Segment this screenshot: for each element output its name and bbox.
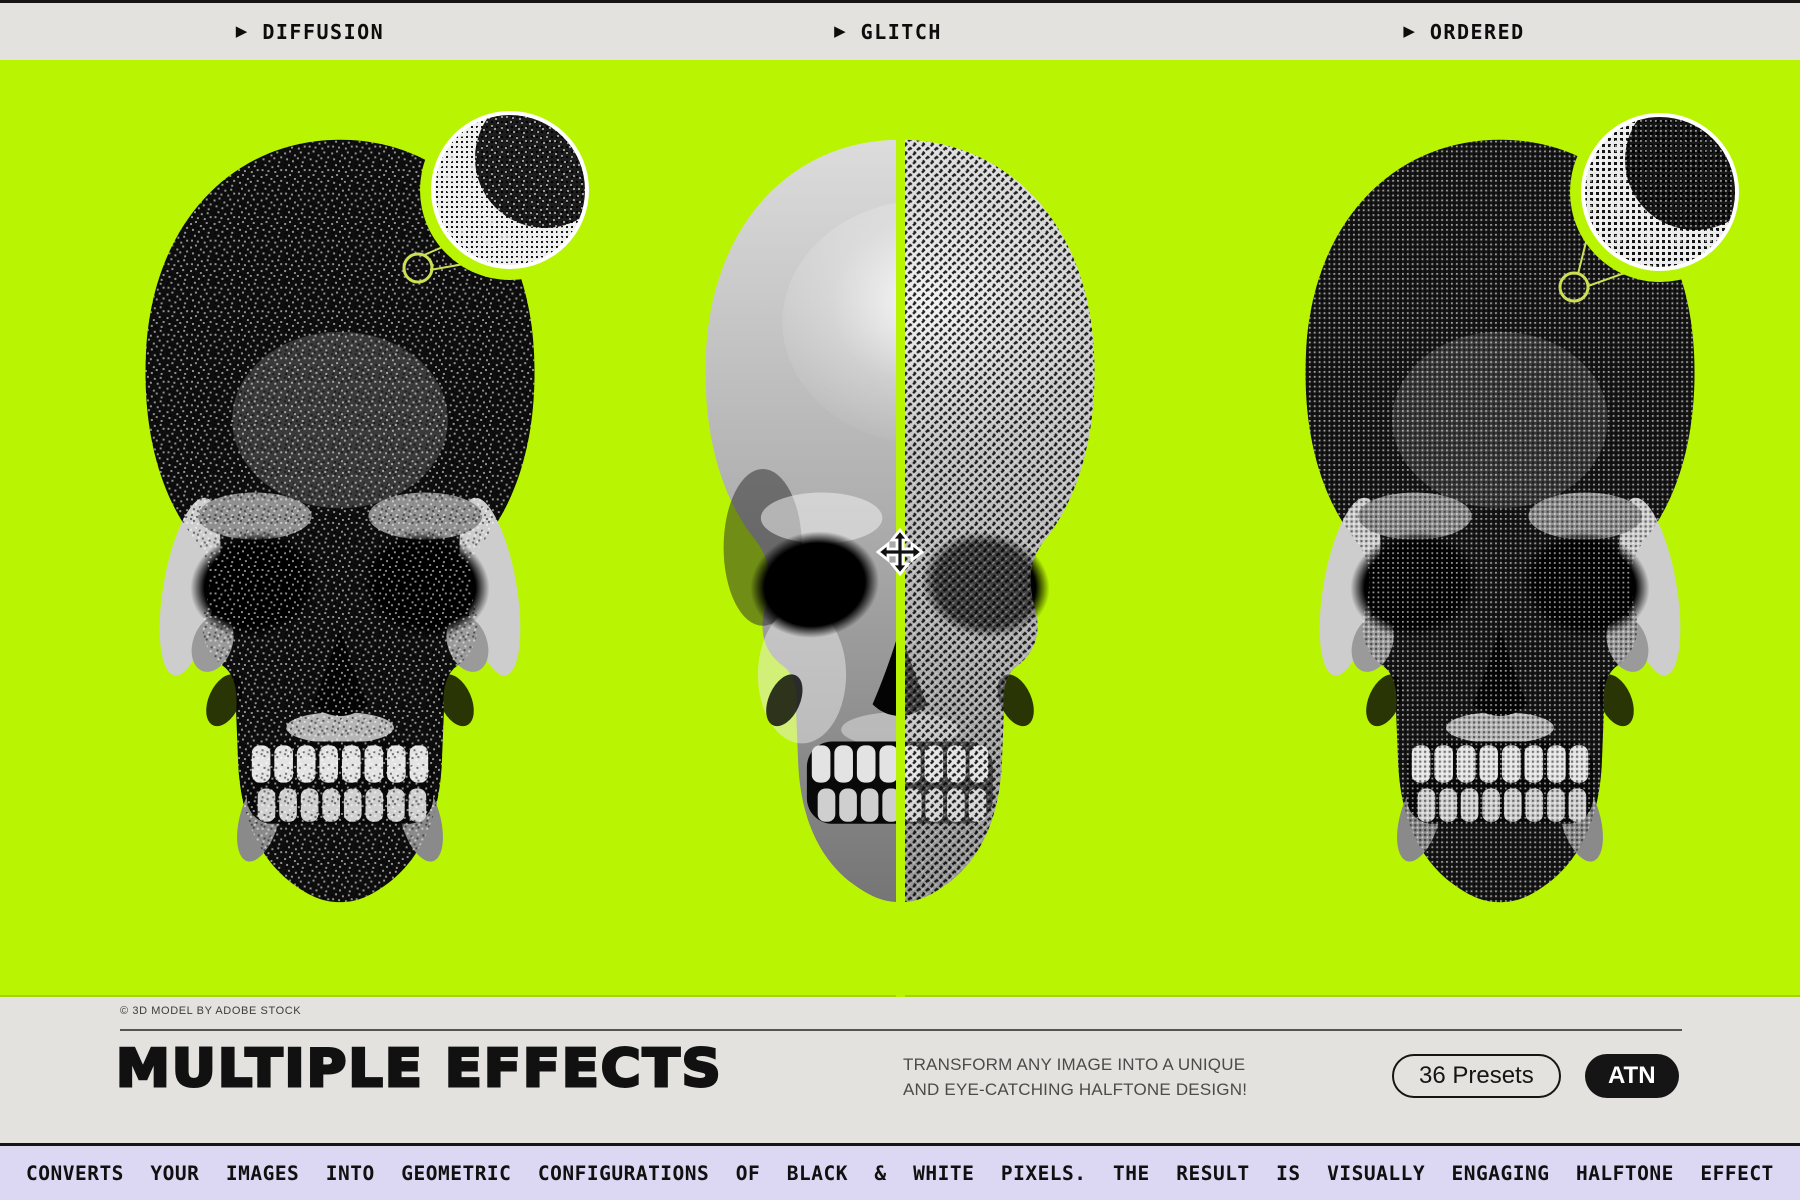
detail-source-ring <box>402 252 434 284</box>
move-cursor-icon[interactable] <box>875 527 925 577</box>
top-bar: ▶ DIFFUSION ▶ GLITCH ▶ ORDERED <box>0 0 1800 60</box>
play-arrow-icon: ▶ <box>235 23 248 40</box>
split-skull-illustration <box>705 139 1095 903</box>
tagline-line2: AND EYE-CATCHING HALFTONE DESIGN! <box>903 1079 1248 1099</box>
marquee-word: CONVERTS <box>26 1161 124 1185</box>
marquee-word: RESULT <box>1176 1161 1250 1185</box>
marquee-word: PIXELS. <box>1000 1161 1087 1185</box>
detail-source-ring <box>1558 271 1590 303</box>
tab-diffusion[interactable]: ▶ DIFFUSION <box>236 3 384 60</box>
play-arrow-icon: ▶ <box>834 23 846 40</box>
marquee-word: WHITE <box>913 1161 975 1185</box>
atn-button[interactable]: ATN <box>1585 1054 1679 1098</box>
diffusion-detail-magnifier <box>402 100 600 284</box>
marquee-word: HALFTONE <box>1575 1161 1674 1185</box>
tab-diffusion-label: DIFFUSION <box>262 19 385 44</box>
play-arrow-icon: ▶ <box>1403 23 1415 40</box>
ordered-detail-magnifier <box>1558 102 1750 303</box>
marquee-word: ENGAGING <box>1451 1161 1550 1185</box>
marquee-word: THE <box>1113 1161 1150 1185</box>
presets-button[interactable]: 36 Presets <box>1392 1054 1561 1098</box>
marquee-word: IS <box>1276 1161 1301 1185</box>
marquee-word: INTO <box>325 1161 375 1185</box>
marquee-text: CONVERTS YOUR IMAGES INTO GEOMETRIC CONFIGURA… <box>0 1146 1800 1200</box>
tab-ordered-label: ORDERED <box>1429 19 1525 44</box>
marquee-word: OF <box>735 1161 761 1185</box>
tab-glitch[interactable]: ▶ GLITCH <box>834 3 942 60</box>
marquee-word: VISUALLY <box>1327 1161 1426 1185</box>
tab-ordered[interactable]: ▶ ORDERED <box>1403 3 1524 60</box>
marquee-word: BLACK <box>786 1161 848 1185</box>
marquee-word: CONFIGURATIONS <box>537 1161 710 1185</box>
showcase-canvas <box>0 60 1800 997</box>
marquee-word: GEOMETRIC <box>401 1161 512 1185</box>
footer-divider-line <box>120 1029 1682 1031</box>
tagline-line1: TRANSFORM ANY IMAGE INTO A UNIQUE <box>903 1055 1246 1074</box>
footer-section: © 3D MODEL BY ADOBE STOCK MULTIPLE EFFEC… <box>0 997 1800 1143</box>
page-title: MULTIPLE EFFECTS <box>114 1038 723 1101</box>
marquee-word: & <box>874 1161 887 1185</box>
model-credit: © 3D MODEL BY ADOBE STOCK <box>120 1005 302 1017</box>
marquee-word: YOUR <box>150 1161 200 1185</box>
page: ▶ DIFFUSION ▶ GLITCH ▶ ORDERED © 3D MODE… <box>0 0 1800 1200</box>
tab-glitch-label: GLITCH <box>860 19 942 44</box>
marquee-bar: CONVERTS YOUR IMAGES INTO GEOMETRIC CONFIGURA… <box>0 1143 1800 1200</box>
marquee-word: EFFECT <box>1700 1161 1774 1185</box>
tagline: TRANSFORM ANY IMAGE INTO A UNIQUE AND EY… <box>903 1053 1247 1102</box>
marquee-word: IMAGES <box>225 1161 300 1185</box>
